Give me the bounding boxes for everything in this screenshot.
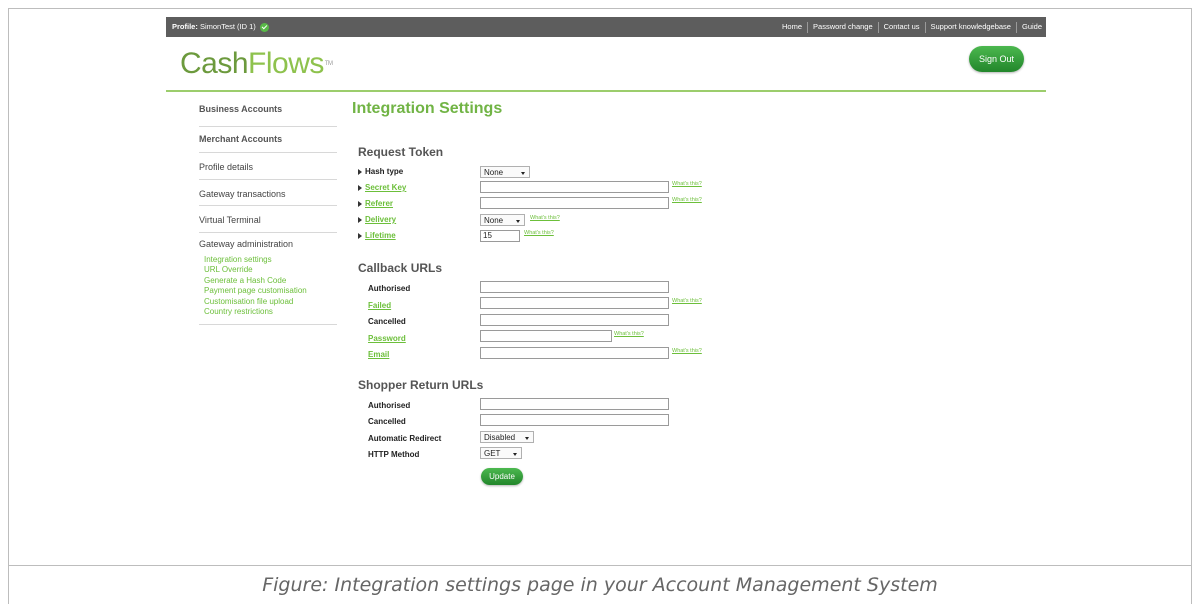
secret-key-input[interactable]: [480, 181, 669, 193]
chevron-down-icon: [516, 220, 520, 223]
chevron-down-icon: [513, 453, 517, 456]
page-title: Integration Settings: [352, 100, 503, 117]
logo-trademark: TM: [324, 61, 333, 67]
http-method-label: HTTP Method: [368, 450, 420, 459]
arrow-icon: [358, 168, 362, 175]
lifetime-label[interactable]: Lifetime: [358, 231, 396, 240]
sidebar-link-payment-page-customisation[interactable]: Payment page customisation: [199, 286, 337, 297]
callback-email-input[interactable]: [480, 347, 669, 359]
secret-key-label[interactable]: Secret Key: [358, 183, 406, 192]
hash-type-text: Hash type: [365, 167, 404, 176]
sidebar-link-customisation-file-upload[interactable]: Customisation file upload: [199, 297, 337, 308]
sidebar-link-url-override[interactable]: URL Override: [199, 265, 337, 276]
section-shopper-return-urls: Shopper Return URLs: [358, 378, 484, 392]
nav-separator: [924, 21, 926, 33]
figure-caption: Figure: Integration settings page in you…: [9, 565, 1191, 604]
sidebar-item-profile-details[interactable]: Profile details: [199, 153, 337, 180]
arrow-icon: [358, 200, 362, 207]
arrow-icon: [358, 216, 362, 223]
shopper-authorised-input[interactable]: [480, 398, 669, 410]
callback-authorised-label: Authorised: [368, 284, 411, 293]
update-button[interactable]: Update: [481, 468, 523, 485]
caption-text: Figure: Integration settings page in you…: [262, 574, 938, 596]
sidebar-section-gateway-admin: Gateway administration Integration setti…: [199, 233, 337, 325]
secret-key-help-link[interactable]: What's this?: [672, 181, 702, 187]
delivery-text: Delivery: [365, 215, 397, 224]
nav-contact-us[interactable]: Contact us: [884, 22, 920, 31]
automatic-redirect-value: Disabled: [484, 433, 516, 442]
shopper-cancelled-label: Cancelled: [368, 417, 406, 426]
callback-email-label[interactable]: Email: [368, 350, 389, 359]
cashflows-logo[interactable]: CashFlowsTM: [180, 47, 333, 81]
shopper-cancelled-input[interactable]: [480, 414, 669, 426]
shopper-authorised-label: Authorised: [368, 401, 411, 410]
sidebar-link-generate-hash-code[interactable]: Generate a Hash Code: [199, 276, 337, 287]
sidebar-link-country-restrictions[interactable]: Country restrictions: [199, 307, 337, 318]
secret-key-text: Secret Key: [365, 183, 407, 192]
callback-cancelled-label: Cancelled: [368, 317, 406, 326]
nav-home[interactable]: Home: [782, 22, 802, 31]
nav-password-change[interactable]: Password change: [813, 22, 873, 31]
cashflows-page: Profile: SimonTest (ID 1) Home Password c…: [166, 17, 1046, 537]
delivery-label[interactable]: Delivery: [358, 215, 396, 224]
sidebar-item-merchant-accounts[interactable]: Merchant Accounts: [199, 127, 337, 153]
top-bar: Profile: SimonTest (ID 1) Home Password c…: [166, 17, 1046, 37]
logo-text-flows: Flows: [248, 47, 324, 80]
sidebar-item-business-accounts[interactable]: Business Accounts: [199, 100, 337, 127]
sidebar-link-integration-settings[interactable]: Integration settings: [199, 255, 337, 266]
sidebar-item-gateway-transactions[interactable]: Gateway transactions: [199, 180, 337, 206]
delivery-value: None: [484, 216, 504, 225]
sidebar: Business Accounts Merchant Accounts Prof…: [199, 100, 337, 325]
referer-text: Referer: [365, 199, 394, 208]
nav-separator: [1015, 21, 1017, 33]
nav-separator: [877, 21, 879, 33]
delivery-select[interactable]: None: [480, 214, 525, 226]
callback-authorised-input[interactable]: [480, 281, 669, 293]
referer-help-link[interactable]: What's this?: [672, 197, 702, 203]
hash-type-label: Hash type: [358, 167, 403, 176]
nav-separator: [807, 21, 809, 33]
section-callback-urls: Callback URLs: [358, 261, 443, 275]
section-request-token: Request Token: [358, 145, 444, 159]
profile-label: Profile:: [172, 22, 198, 31]
delivery-help-link[interactable]: What's this?: [530, 215, 560, 221]
lifetime-text: Lifetime: [365, 231, 396, 240]
hash-type-select[interactable]: None: [480, 166, 530, 178]
automatic-redirect-label: Automatic Redirect: [368, 434, 442, 443]
header-divider: [166, 90, 1046, 92]
callback-cancelled-input[interactable]: [480, 314, 669, 326]
automatic-redirect-select[interactable]: Disabled: [480, 431, 534, 443]
arrow-icon: [358, 184, 362, 191]
nav-guide[interactable]: Guide: [1022, 22, 1042, 31]
logo-text-cash: Cash: [180, 47, 249, 80]
lifetime-help-link[interactable]: What's this?: [524, 230, 554, 236]
nav-support-knowledgebase[interactable]: Support knowledgebase: [931, 22, 1011, 31]
callback-failed-help-link[interactable]: What's this?: [672, 298, 702, 304]
sidebar-item-virtual-terminal[interactable]: Virtual Terminal: [199, 206, 337, 233]
top-nav: Home Password change Contact us Support kno…: [782, 17, 1042, 37]
callback-password-input[interactable]: [480, 330, 612, 342]
arrow-icon: [358, 232, 362, 239]
callback-email-help-link[interactable]: What's this?: [672, 348, 702, 354]
lifetime-input[interactable]: 15: [480, 230, 520, 242]
sign-out-button[interactable]: Sign Out: [969, 46, 1024, 72]
callback-failed-label[interactable]: Failed: [368, 301, 391, 310]
callback-failed-input[interactable]: [480, 297, 669, 309]
sidebar-item-gateway-administration[interactable]: Gateway administration: [199, 239, 337, 249]
callback-password-help-link[interactable]: What's this?: [614, 331, 644, 337]
referer-input[interactable]: [480, 197, 669, 209]
referer-label[interactable]: Referer: [358, 199, 393, 208]
http-method-value: GET: [484, 449, 501, 458]
callback-password-label[interactable]: Password: [368, 334, 406, 343]
http-method-select[interactable]: GET: [480, 447, 522, 459]
chevron-down-icon: [525, 437, 529, 440]
profile-value: SimonTest (ID 1): [199, 22, 256, 31]
hash-type-value: None: [484, 168, 504, 177]
verified-check-icon: [259, 22, 269, 32]
chevron-down-icon: [521, 172, 525, 175]
profile-info: Profile: SimonTest (ID 1): [172, 17, 269, 37]
